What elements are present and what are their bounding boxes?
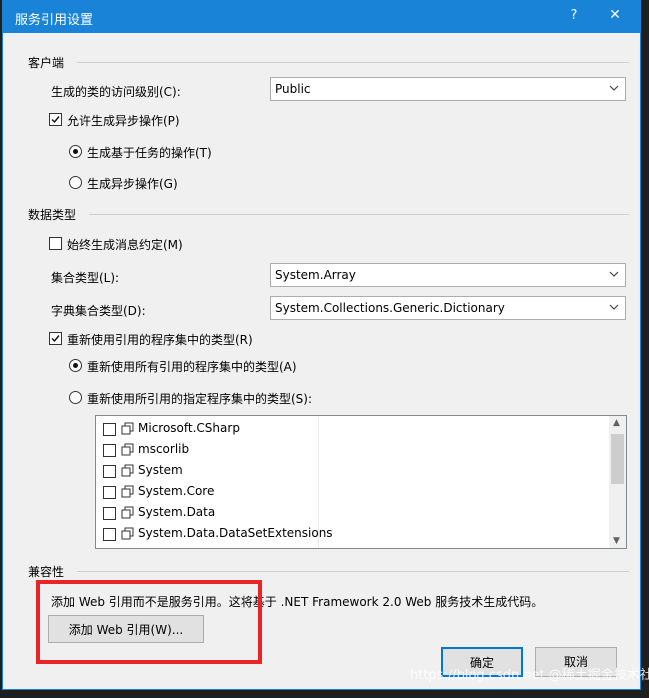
data-type-group-divider	[89, 214, 629, 215]
radio-selected-dot	[73, 363, 78, 368]
watermark-text: https://blog.csdn.net @稀土掘金技术社区	[410, 668, 649, 683]
assembly-checkbox[interactable]	[103, 444, 116, 457]
client-group-divider	[77, 62, 629, 63]
dict-collection-select[interactable]: System.Collections.Generic.Dictionary	[270, 296, 626, 320]
list-item[interactable]: System.Data	[100, 503, 520, 523]
list-item[interactable]: System.Core	[100, 482, 520, 502]
assembly-checkbox[interactable]	[103, 465, 116, 478]
collection-type-select[interactable]: System.Array	[270, 263, 626, 287]
window-title: 服务引用设置	[15, 13, 94, 28]
assembly-name: System.Data	[138, 505, 216, 519]
checkmark-icon	[51, 116, 60, 124]
data-type-group-label: 数据类型	[28, 208, 77, 222]
assembly-name: System	[138, 463, 183, 477]
allow-async-checkbox[interactable]	[49, 113, 62, 126]
dropdown-arrow-icon	[609, 85, 619, 91]
dropdown-arrow-icon	[609, 271, 619, 277]
assembly-name: System.Core	[138, 484, 215, 498]
assembly-listbox[interactable]: Microsoft.CSharp mscorlib System System.…	[95, 415, 627, 549]
assembly-checkbox[interactable]	[103, 423, 116, 436]
access-level-value: Public	[275, 82, 311, 96]
collection-type-value: System.Array	[275, 268, 356, 282]
assembly-icon	[121, 485, 134, 498]
client-group-label: 客户端	[28, 56, 65, 70]
async-ops-label: 生成异步操作(G)	[87, 177, 178, 191]
scroll-up-icon[interactable]: ▲	[613, 418, 620, 428]
list-item[interactable]: Microsoft.CSharp	[100, 419, 520, 439]
access-level-select[interactable]: Public	[270, 77, 626, 101]
assembly-icon	[121, 527, 134, 540]
assembly-icon	[121, 443, 134, 456]
list-item[interactable]: mscorlib	[100, 440, 520, 460]
access-level-label: 生成的类的访问级别(C):	[51, 85, 181, 99]
always-msg-contract-checkbox[interactable]	[49, 237, 62, 250]
help-icon[interactable]: ?	[564, 8, 584, 23]
assembly-name: mscorlib	[138, 442, 190, 456]
reuse-specified-label: 重新使用所引用的指定程序集中的类型(S):	[87, 392, 313, 406]
radio-selected-dot	[73, 149, 78, 154]
list-item[interactable]: System.Data.DataSetExtensions	[100, 524, 520, 544]
task-based-radio[interactable]	[69, 145, 82, 158]
reuse-specified-radio[interactable]	[69, 391, 82, 404]
reuse-types-label: 重新使用引用的程序集中的类型(R)	[67, 333, 253, 347]
assembly-checkbox[interactable]	[103, 507, 116, 520]
scroll-down-icon[interactable]: ▼	[613, 536, 620, 546]
always-msg-contract-label: 始终生成消息约定(M)	[67, 238, 183, 252]
title-bar[interactable]: 服务引用设置 ? ✕	[3, 1, 640, 33]
assembly-checkbox[interactable]	[103, 528, 116, 541]
assembly-name: Microsoft.CSharp	[138, 421, 240, 435]
close-icon[interactable]: ✕	[603, 7, 627, 27]
reuse-types-checkbox[interactable]	[49, 332, 62, 345]
assembly-icon	[121, 506, 134, 519]
scroll-thumb[interactable]	[611, 434, 624, 484]
allow-async-label: 允许生成异步操作(P)	[67, 114, 180, 128]
highlight-annotation-box	[36, 580, 262, 664]
collection-type-label: 集合类型(L):	[51, 271, 120, 285]
dict-collection-value: System.Collections.Generic.Dictionary	[275, 301, 505, 315]
reuse-all-label: 重新使用所有引用的程序集中的类型(A)	[87, 360, 297, 374]
listbox-scrollbar[interactable]: ▲ ▼	[609, 416, 626, 548]
assembly-icon	[121, 422, 134, 435]
task-based-label: 生成基于任务的操作(T)	[87, 146, 212, 160]
dict-collection-label: 字典集合类型(D):	[51, 304, 146, 318]
assembly-icon	[121, 464, 134, 477]
assembly-checkbox[interactable]	[103, 486, 116, 499]
reuse-all-radio[interactable]	[69, 359, 82, 372]
list-item[interactable]: System	[100, 461, 520, 481]
checkmark-icon	[51, 335, 60, 343]
async-ops-radio[interactable]	[69, 176, 82, 189]
compat-group-divider	[77, 571, 629, 572]
assembly-name: System.Data.DataSetExtensions	[138, 526, 333, 540]
compat-group-label: 兼容性	[28, 565, 65, 579]
dropdown-arrow-icon	[609, 304, 619, 310]
